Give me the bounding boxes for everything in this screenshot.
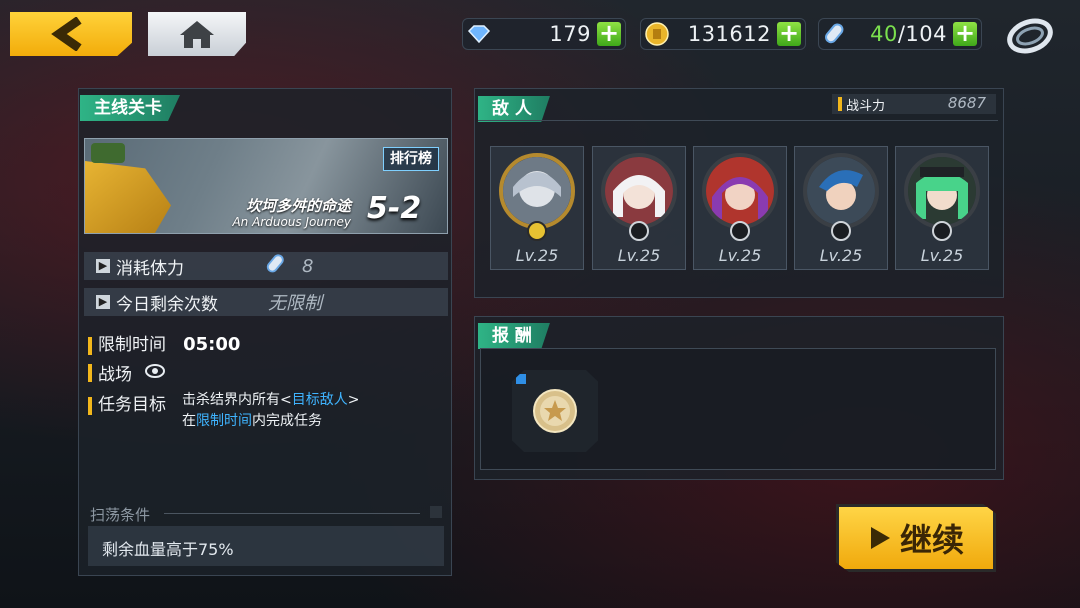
sweep-condition-box: 剩余血量高于75% [88,526,444,566]
stage-section-title: 主线关卡 [80,95,180,121]
arrow-right-icon: ▶ [96,259,110,273]
enemy-card[interactable]: Lv.25 [693,146,787,270]
time-limit-value: 05:00 [183,334,241,355]
battlefield-label: 战场 [98,365,132,385]
add-coins-button[interactable]: + [777,21,801,46]
skull-icon [527,221,547,241]
stage-banner[interactable]: 排行榜 坎坷多舛的命途 An Arduous Journey 5-2 [84,138,448,234]
time-limit-label: 限制时间 [98,335,166,355]
coin-counter: 131612 + [640,18,806,50]
home-button[interactable] [148,12,246,56]
stamina-cost-label: 消耗体力 [116,258,184,279]
objective-text: 击杀结界内所有<目标敌人> 在限制时间内完成任务 [182,392,360,429]
coin-count: 131612 [687,22,771,46]
target-enemy-link: 目标敌人 [291,392,348,408]
remaining-attempts-label: 今日剩余次数 [116,294,218,315]
enemy-level: Lv.25 [718,246,762,265]
enemy-portrait [803,153,879,229]
battlefield-row: 战场 [88,360,166,385]
accent-bar [838,97,842,111]
reward-item[interactable] [512,370,598,452]
combat-power-label: 战斗力 [846,99,886,114]
play-icon [870,527,890,549]
enemy-level: Lv.25 [920,246,964,265]
enemy-type-icon [730,221,750,241]
add-gems-button[interactable]: + [597,21,621,46]
stamina-max: /104 [897,22,947,46]
enemy-level: Lv.25 [515,246,559,265]
sweep-condition-title: 扫荡条件 [90,506,151,524]
battlefield-info-icon[interactable] [144,363,166,383]
stage-name-en: An Arduous Journey [232,215,351,229]
back-button[interactable] [10,12,132,56]
accent-bar [88,336,92,355]
gem-count: 179 [549,22,591,46]
reward-medal-icon [533,389,577,433]
enemy-card[interactable]: Lv.25 [490,146,584,270]
combat-power-box: 战斗力 8687 [832,94,996,114]
enemy-section-title: 敌 人 [478,96,550,122]
accent-bar [88,363,92,382]
continue-button[interactable]: 继续 [836,504,996,572]
stamina-capsule-icon [264,253,288,280]
enemy-portrait [702,153,778,229]
arrow-right-icon: ▶ [96,295,110,309]
home-icon [180,21,214,48]
stamina-current: 40 [870,22,898,46]
enemy-type-icon [629,221,649,241]
enemy-level: Lv.25 [617,246,661,265]
enemy-portrait [601,153,677,229]
enemy-card[interactable]: Lv.25 [794,146,888,270]
enemy-level: Lv.25 [819,246,863,265]
coin-icon [641,21,673,47]
objective-row: 任务目标 [88,390,166,415]
settings-ring-button[interactable] [1004,14,1056,58]
continue-label: 继续 [899,521,964,559]
accent-bar [88,396,92,415]
enemy-portrait [499,153,575,229]
combat-power-value: 8687 [947,94,986,112]
sweep-condition-text: 剩余血量高于75% [102,540,234,559]
reward-section-title: 报 酬 [478,323,550,349]
gem-counter: 179 + [462,18,626,50]
enemy-type-icon [932,221,952,241]
enemy-portrait [904,153,980,229]
stage-name-cn: 坎坷多舛的命途 [245,197,351,215]
back-arrow-icon [51,17,82,51]
stamina-cost-row: ▶ 消耗体力 8 [84,252,448,280]
time-limit-row: 限制时间 05:00 [88,330,240,355]
stamina-cost-value: 8 [302,255,314,277]
stage-object-art [91,143,125,163]
enemy-card[interactable]: Lv.25 [895,146,989,270]
ring-icon [1007,18,1053,54]
divider [164,513,420,514]
stamina-counter: 40/104 + [818,18,982,50]
corner-marker [430,506,442,518]
add-stamina-button[interactable]: + [953,21,977,46]
gem-icon [463,24,495,44]
divider [478,120,998,121]
stage-character-art [85,161,171,233]
stage-number: 5-2 [367,191,422,226]
objective-label: 任务目标 [98,395,166,415]
time-limit-link: 限制时间 [196,413,252,429]
enemy-card[interactable]: Lv.25 [592,146,686,270]
remaining-attempts-value: 无限制 [268,293,322,314]
enemy-type-icon [831,221,851,241]
stamina-capsule-icon [819,22,851,46]
remaining-attempts-row: ▶ 今日剩余次数 无限制 [84,288,448,316]
ranking-button[interactable]: 排行榜 [383,147,439,171]
